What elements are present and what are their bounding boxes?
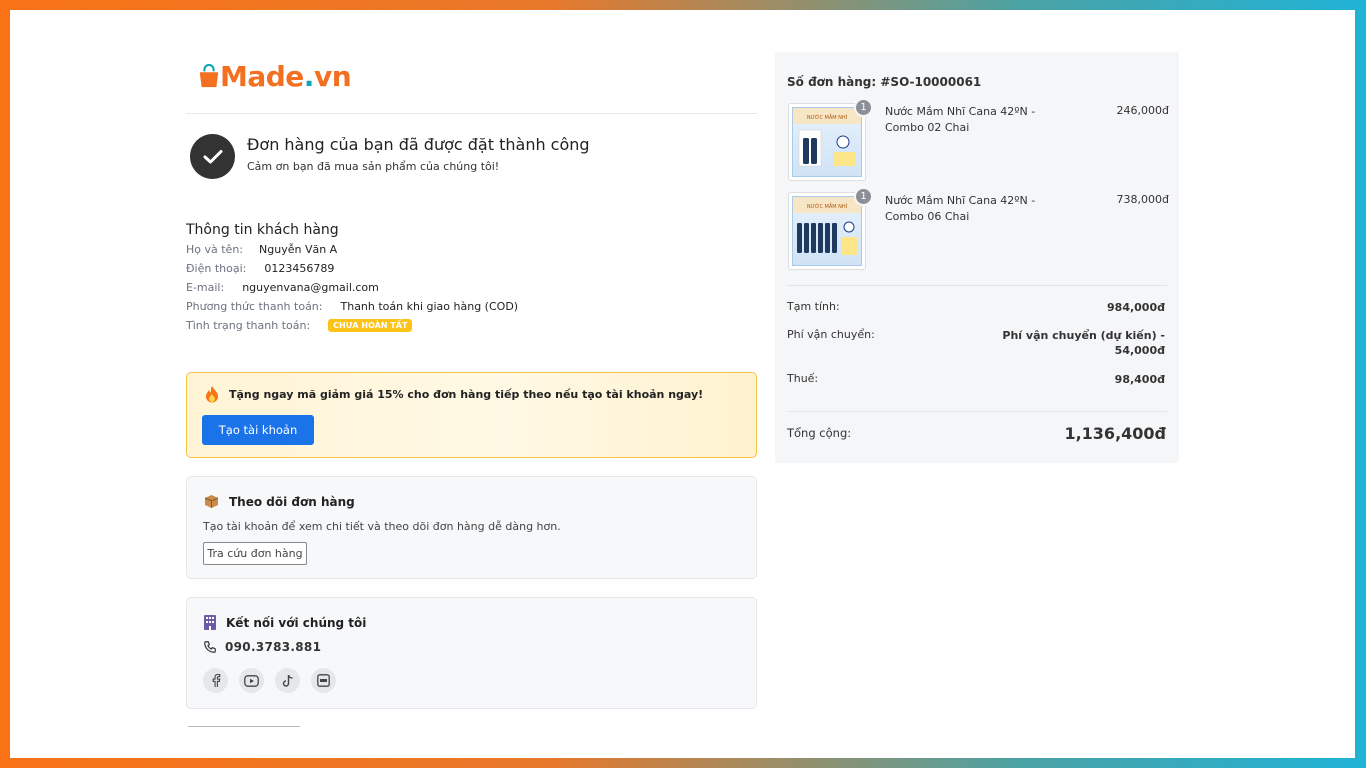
shipping-value-amount: 54,000đ [1114, 344, 1165, 357]
page-frame: Made.vn Đơn hàng của bạn đã được đặt thà… [10, 10, 1355, 758]
order-summary: Số đơn hàng: #SO-10000061 NƯỚC MẮM NHĨ 1 [775, 52, 1179, 463]
shipping-value-desc: Phí vận chuyển (dự kiến) - [1002, 329, 1165, 342]
name-value: Nguyễn Văn A [259, 243, 338, 256]
success-subtitle: Cảm ơn bạn đã mua sản phẩm của chúng tôi… [247, 160, 500, 173]
subtotal-value: 984,000đ [1107, 301, 1165, 314]
header-divider [186, 113, 757, 114]
quantity-badge: 1 [854, 187, 873, 206]
footer-divider [188, 726, 300, 727]
connect-card: Kết nối với chúng tôi 090.3783.881 [186, 597, 757, 709]
customer-heading: Thông tin khách hàng [186, 222, 339, 238]
item-price: 738,000đ [1116, 193, 1169, 206]
hotline[interactable]: 090.3783.881 [203, 640, 321, 654]
zalo-icon[interactable] [311, 668, 336, 693]
connect-title: Kết nối với chúng tôi [226, 615, 367, 630]
quantity-badge: 1 [854, 98, 873, 117]
tax-row: Thuế: 98,400đ [787, 372, 1165, 386]
tracking-description: Tạo tài khoản để xem chi tiết và theo dõ… [203, 520, 561, 533]
item-name[interactable]: Nước Mắm Nhĩ Cana 42ºN - Combo 06 Chai [885, 193, 1055, 225]
promo-banner: Tặng ngay mã giảm giá 15% cho đơn hàng t… [186, 372, 757, 458]
payment-method-label: Phương thức thanh toán: [186, 300, 323, 313]
building-icon [204, 615, 216, 630]
logo[interactable]: Made.vn [198, 58, 352, 94]
lookup-order-button[interactable]: Tra cứu đơn hàng [203, 542, 307, 565]
tiktok-icon[interactable] [275, 668, 300, 693]
shipping-label: Phí vận chuyển: [787, 328, 875, 341]
total-divider [787, 411, 1167, 412]
tracking-card: Theo dõi đơn hàng Tạo tài khoản để xem c… [186, 476, 757, 579]
summary-divider [787, 285, 1167, 286]
svg-text:NƯỚC MẮM NHĨ: NƯỚC MẮM NHĨ [807, 202, 848, 210]
social-links [203, 668, 347, 693]
total-value: 1,136,400đ [1064, 424, 1166, 443]
payment-method-value: Thanh toán khi giao hàng (COD) [340, 300, 519, 313]
customer-info: Thông tin khách hàng Họ và tên: Nguyễn V… [186, 222, 757, 332]
success-title: Đơn hàng của bạn đã được đặt thành công [247, 135, 590, 154]
total-label: Tổng cộng: [787, 426, 852, 440]
tracking-title: Theo dõi đơn hàng [229, 494, 355, 509]
tax-value: 98,400đ [1114, 373, 1165, 386]
tax-label: Thuế: [787, 372, 819, 385]
product-thumbnail[interactable]: NƯỚC MẮM NHĨ [788, 192, 866, 270]
email-label: E-mail: [186, 281, 225, 294]
svg-text:NƯỚC MẮM NHĨ: NƯỚC MẮM NHĨ [807, 113, 848, 121]
package-icon [204, 495, 219, 508]
hotline-number: 090.3783.881 [225, 640, 322, 654]
facebook-icon[interactable] [203, 668, 228, 693]
phone-label: Điện thoại: [186, 262, 247, 275]
phone-icon [204, 641, 216, 653]
youtube-icon[interactable] [239, 668, 264, 693]
subtotal-label: Tạm tính: [787, 300, 840, 313]
shopping-bag-icon [199, 63, 219, 87]
payment-status-badge: CHƯA HOÀN TẤT [328, 319, 413, 332]
check-icon [190, 134, 235, 179]
subtotal-row: Tạm tính: 984,000đ [787, 300, 1165, 314]
success-banner: Đơn hàng của bạn đã được đặt thành công … [190, 134, 590, 179]
name-label: Họ và tên: [186, 243, 244, 256]
promo-text: Tặng ngay mã giảm giá 15% cho đơn hàng t… [229, 387, 704, 401]
product-image: NƯỚC MẮM NHĨ [793, 197, 861, 255]
phone-value: 0123456789 [264, 262, 335, 275]
payment-status-label: Tình trạng thanh toán: [186, 319, 311, 332]
create-account-button[interactable]: Tạo tài khoản [202, 415, 314, 445]
item-price: 246,000đ [1116, 104, 1169, 117]
item-name[interactable]: Nước Mắm Nhĩ Cana 42ºN - Combo 02 Chai [885, 104, 1055, 136]
product-thumbnail[interactable]: NƯỚC MẮM NHĨ [788, 103, 866, 181]
product-image: NƯỚC MẮM NHĨ [793, 108, 861, 167]
shipping-row: Phí vận chuyển: Phí vận chuyển (dự kiến)… [787, 328, 1165, 357]
email-value: nguyenvana@gmail.com [242, 281, 379, 294]
fire-icon [206, 386, 218, 403]
order-number: Số đơn hàng: #SO-10000061 [787, 75, 982, 89]
logo-text: Made.vn [198, 60, 352, 93]
